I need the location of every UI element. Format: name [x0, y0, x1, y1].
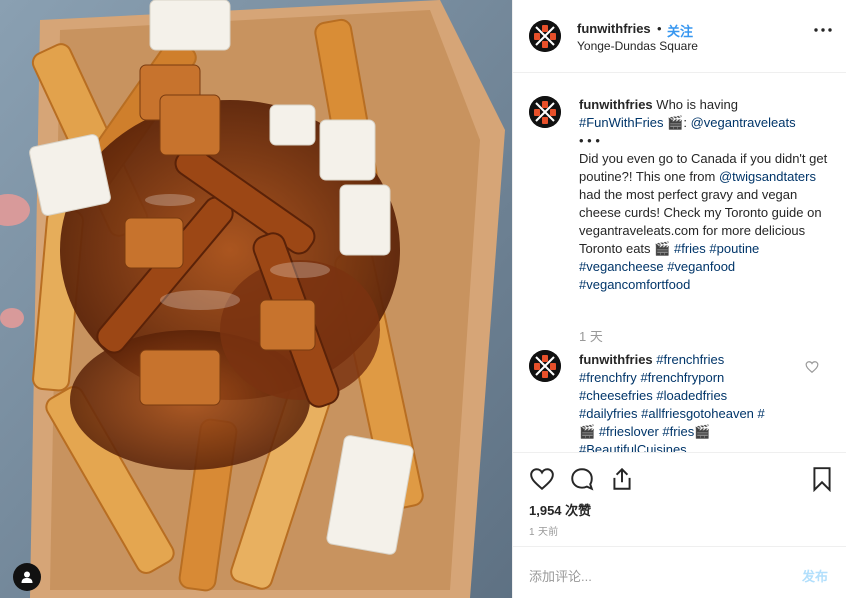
hashtag-link[interactable]: #BeautifulCuisines: [579, 442, 687, 452]
caption-text: funwithfries Who is having #FunWithFries…: [579, 96, 829, 294]
more-options-icon[interactable]: [813, 22, 833, 38]
hashtag-link[interactable]: #cheesefries: [579, 388, 653, 403]
emoji: 🎬:: [667, 115, 687, 130]
comment-input[interactable]: 添加评论...: [529, 566, 592, 585]
hashtag-link[interactable]: #frieslover: [599, 424, 659, 439]
comment-text: funwithfries #frenchfries #frenchfry #fr…: [579, 351, 829, 452]
hashtag-link[interactable]: #frenchfry: [579, 370, 637, 385]
header-username[interactable]: funwithfries: [577, 21, 651, 36]
comment-like-icon[interactable]: [805, 360, 819, 374]
avatar[interactable]: [529, 20, 561, 52]
hashtag-link[interactable]: #dailyfries: [579, 406, 638, 421]
hashtag-link[interactable]: #allfriesgotoheaven: [641, 406, 754, 421]
caption-dots: • • •: [579, 133, 600, 148]
funwithfries-logo-icon: [529, 96, 561, 128]
post-sidebar: funwithfries • 关注 Yonge-Dundas Square fu…: [512, 0, 846, 598]
hashtag-link[interactable]: #FunWithFries: [579, 115, 664, 130]
post-comment-button[interactable]: 发布: [802, 566, 828, 585]
emoji: 🎬: [694, 424, 711, 439]
like-heart-icon[interactable]: [529, 466, 555, 492]
avatar[interactable]: [529, 96, 561, 128]
caption-time[interactable]: 1 天: [579, 326, 603, 345]
hashtag-link[interactable]: #frenchfryporn: [640, 370, 724, 385]
person-icon: [21, 571, 33, 583]
comment-username[interactable]: funwithfries: [579, 352, 653, 367]
post-time[interactable]: 1 天前: [529, 523, 559, 538]
caption-intro: Who is having: [656, 97, 738, 112]
hashtag-link[interactable]: #vegancheese: [579, 259, 664, 274]
comment-composer: 添加评论... 发布: [513, 546, 846, 598]
like-count[interactable]: 1,954 次赞: [529, 500, 591, 519]
bookmark-icon[interactable]: [809, 466, 835, 493]
hashtag-link[interactable]: #poutine: [709, 241, 759, 256]
hashtag-link[interactable]: #veganfood: [667, 259, 735, 274]
hashtag-link[interactable]: #fries: [674, 241, 706, 256]
hashtag-link[interactable]: #fries: [662, 424, 694, 439]
emoji: 🎬: [579, 424, 596, 439]
post-photo[interactable]: [0, 0, 512, 598]
poutine-photo: [0, 0, 512, 598]
hashtag-link[interactable]: #loadedfries: [656, 388, 727, 403]
hashtag-link[interactable]: #vegancomfortfood: [579, 277, 690, 292]
avatar[interactable]: [529, 350, 561, 382]
separator-dot: •: [657, 21, 662, 36]
share-icon[interactable]: [609, 466, 635, 492]
comments-list[interactable]: funwithfries Who is having #FunWithFries…: [513, 74, 846, 452]
hashtag-link[interactable]: #frenchfries: [656, 352, 724, 367]
caption-username[interactable]: funwithfries: [579, 97, 653, 112]
emoji: 🎬: [654, 241, 671, 256]
post-header: funwithfries • 关注 Yonge-Dundas Square: [513, 0, 846, 73]
funwithfries-logo-icon: [529, 350, 561, 382]
funwithfries-logo-icon: [529, 20, 561, 52]
mention-link[interactable]: @twigsandtaters: [719, 169, 816, 184]
post-actions: 1,954 次赞 1 天前: [513, 452, 846, 546]
user-tag-icon[interactable]: [13, 563, 41, 591]
location-link[interactable]: Yonge-Dundas Square: [577, 39, 698, 53]
hashtag-link[interactable]: #: [758, 406, 765, 421]
follow-button[interactable]: 关注: [667, 21, 693, 40]
mention-link[interactable]: @vegantraveleats: [691, 115, 796, 130]
comment-bubble-icon[interactable]: [569, 466, 595, 492]
